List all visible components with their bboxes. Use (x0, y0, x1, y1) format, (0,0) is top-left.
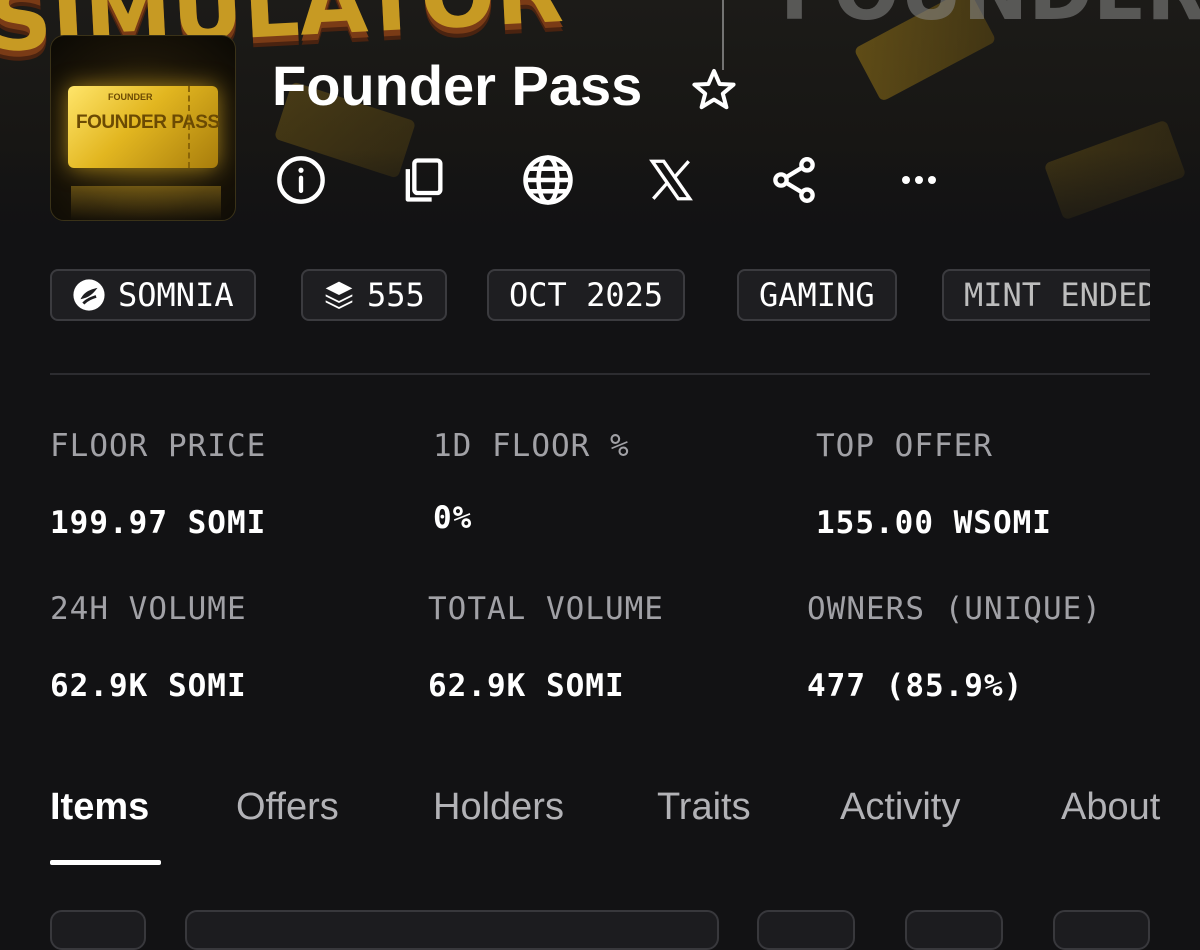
view-toggle-button[interactable] (905, 910, 1003, 950)
banner-word-right: FOUNDER (780, 0, 1200, 38)
somnia-logo-icon (72, 278, 106, 312)
top-offer-value: 155.00 WSOMI (816, 505, 1052, 541)
total-volume-label: TOTAL VOLUME (428, 591, 664, 627)
info-icon[interactable] (273, 152, 329, 208)
x-logo-icon[interactable] (643, 152, 699, 208)
layers-icon (323, 279, 355, 311)
owners-label: OWNERS (UNIQUE) (807, 591, 1102, 627)
globe-icon[interactable] (520, 152, 576, 208)
chain-chip-label: SOMNIA (118, 276, 234, 314)
tab-activity[interactable]: Activity (840, 786, 960, 829)
search-input[interactable] (185, 910, 719, 950)
top-offer-label: TOP OFFER (816, 428, 993, 464)
floor-change-label: 1D FLOOR % (433, 428, 630, 464)
floor-change-value: 0% (433, 500, 473, 536)
category-chip-label: GAMING (759, 276, 875, 314)
tab-about[interactable]: About (1061, 786, 1160, 829)
volume-24h-value: 62.9K SOMI (50, 668, 247, 704)
share-icon[interactable] (766, 152, 822, 208)
total-volume-value: 62.9K SOMI (428, 668, 625, 704)
collection-title: Founder Pass (272, 54, 643, 117)
date-chip: OCT 2025 (487, 269, 686, 321)
thumbnail-glow (71, 186, 221, 220)
status-chip: MINT ENDED (942, 269, 1150, 321)
filter-button[interactable] (50, 910, 146, 950)
tab-items[interactable]: Items (50, 786, 149, 829)
favorite-star-icon[interactable] (690, 66, 738, 114)
chain-chip[interactable]: SOMNIA (50, 269, 256, 321)
supply-chip-label: 555 (367, 276, 425, 314)
tab-offers[interactable]: Offers (236, 786, 339, 829)
floor-price-label: FLOOR PRICE (50, 428, 267, 464)
collection-thumbnail: FOUNDER FOUNDER PASS (50, 35, 236, 221)
tab-traits[interactable]: Traits (657, 786, 751, 829)
refresh-button[interactable] (1053, 910, 1150, 950)
status-chip-label: MINT ENDED (964, 276, 1150, 314)
copy-icon[interactable] (395, 152, 451, 208)
active-tab-indicator (50, 860, 161, 865)
collection-tags: SOMNIA 555 OCT 2025 GAMING MINT ENDED (50, 269, 1150, 325)
volume-24h-label: 24H VOLUME (50, 591, 247, 627)
ticket-image: FOUNDER FOUNDER PASS (68, 86, 220, 168)
section-divider (50, 373, 1150, 375)
banner-line (722, 0, 724, 70)
owners-value: 477 (85.9%) (807, 668, 1024, 704)
supply-chip: 555 (301, 269, 447, 321)
category-chip[interactable]: GAMING (737, 269, 897, 321)
more-horizontal-icon[interactable] (889, 152, 945, 208)
thumbnail-small-text: FOUNDER (108, 92, 153, 102)
sort-button[interactable] (757, 910, 855, 950)
tab-holders[interactable]: Holders (433, 786, 564, 829)
ticket-stub (188, 86, 218, 168)
date-chip-label: OCT 2025 (509, 276, 664, 314)
floor-price-value: 199.97 SOMI (50, 505, 267, 541)
